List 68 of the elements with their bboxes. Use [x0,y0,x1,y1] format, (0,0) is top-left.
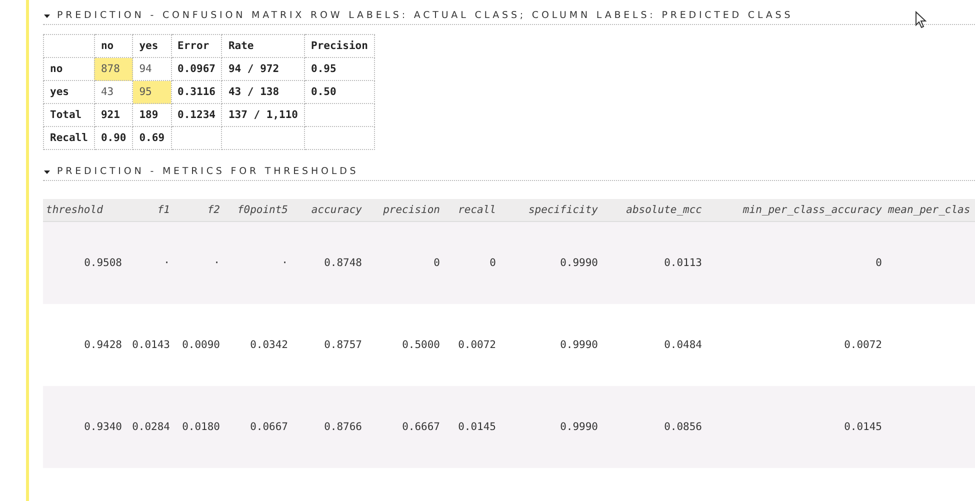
table-cell: 0 [443,222,499,304]
column-header: accuracy [291,199,365,222]
empty-cell [44,34,94,58]
table-cell: 0.0284 [125,386,173,468]
table-cell: 0.0145 [705,386,885,468]
table-cell: 94 / 972 [222,58,305,80]
table-cell: 0.0856 [601,386,705,468]
column-header: Precision [304,34,374,58]
table-cell: 0.0145 [443,386,499,468]
table-cell: 0.0667 [223,386,291,468]
table-cell: 0.0090 [173,304,223,386]
table-cell: 0.0072 [443,304,499,386]
caret-icon[interactable] [43,168,51,174]
table-cell: · [223,222,291,304]
table-cell: 0.8748 [291,222,365,304]
column-header: mean_per_clas [885,199,975,222]
table-cell: 0.9990 [499,386,601,468]
table-cell: 95 [132,80,172,104]
section-title: PREDICTION - METRICS FOR THRESHOLDS [57,166,359,177]
table-cell: 0.0072 [705,304,885,386]
column-header: Error [171,34,222,58]
section-title: PREDICTION - CONFUSION MATRIX ROW LABELS: ACTUAL CLASS; COLUMN LABELS: PREDICTED CLASS [57,10,794,21]
table-cell: 189 [132,104,172,126]
table-cell: 0.6667 [365,386,443,468]
table-cell: 0.5000 [365,304,443,386]
table-cell: 0.0180 [173,386,223,468]
table-cell: 0.9428 [43,304,125,386]
row-header: Recall [44,126,94,150]
caret-icon[interactable] [43,12,51,18]
table-cell: 0.1234 [171,104,222,126]
table-cell: 0.9508 [43,222,125,304]
column-header: absolute_mcc [601,199,705,222]
column-header: recall [443,199,499,222]
table-cell: 0.9990 [499,222,601,304]
table-cell: 0.90 [94,126,133,150]
column-header: yes [132,34,172,58]
table-cell: 0.9990 [499,304,601,386]
table-cell: 0.69 [132,126,172,150]
table-cell: 0.9340 [43,386,125,468]
column-header: f1 [125,199,173,222]
column-header: specificity [499,199,601,222]
table-cell: 0.0967 [171,58,222,80]
table-cell: 0.0113 [601,222,705,304]
table-cell: 43 / 138 [222,80,305,104]
table-cell: 878 [94,58,133,80]
table-cell: 0 [365,222,443,304]
column-header: f2 [173,199,223,222]
column-header: Rate [222,34,305,58]
column-header: threshold [43,199,125,222]
column-header: min_per_class_accuracy [705,199,885,222]
table-cell: 0.0484 [601,304,705,386]
row-header: Total [44,104,94,126]
table-cell: · [173,222,223,304]
table-cell: 0.8766 [291,386,365,468]
row-header: yes [44,80,94,104]
table-cell: 137 / 1,110 [222,104,305,126]
table-cell: 921 [94,104,133,126]
column-header: f0point5 [223,199,291,222]
table-cell: 0.3116 [171,80,222,104]
table-cell: 0.0342 [223,304,291,386]
table-cell: 0.95 [304,58,374,80]
mouse-pointer-icon [915,11,927,29]
table-cell: 0.50 [304,80,374,104]
table-cell: · [125,222,173,304]
table-cell: 0.0143 [125,304,173,386]
table-cell: 0 [705,222,885,304]
column-header: precision [365,199,443,222]
table-cell: 0.8757 [291,304,365,386]
